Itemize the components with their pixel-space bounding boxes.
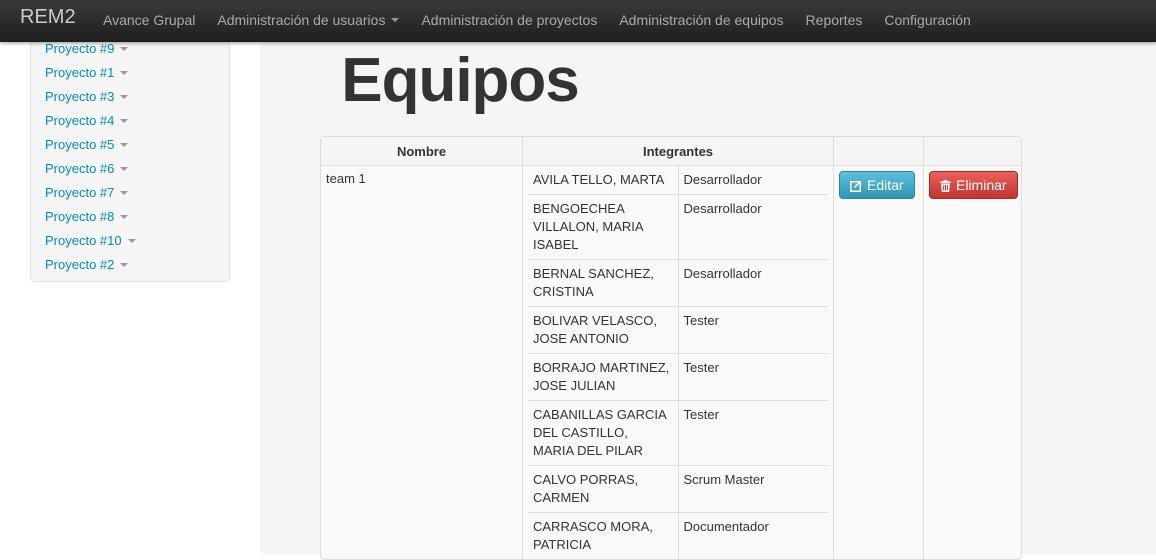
member-name: CALVO PORRAS, CARMEN: [528, 465, 678, 513]
column-header-edit: [833, 137, 923, 166]
sidebar-item-label: Proyecto #2: [45, 257, 115, 272]
chevron-down-icon: [120, 262, 129, 267]
chevron-down-icon: [120, 142, 129, 147]
nav-item-label: Administración de proyectos: [421, 12, 598, 28]
sidebar-item-label: Proyecto #5: [45, 137, 115, 152]
sidebar-item-label: Proyecto #7: [45, 185, 115, 200]
trash-icon: [940, 180, 951, 192]
sidebar-item-proyecto-8[interactable]: Proyecto #8: [45, 205, 136, 229]
chevron-down-icon: [127, 238, 136, 243]
nav-item-administracion-proyectos[interactable]: Administración de proyectos: [410, 0, 608, 42]
edit-button-label: Editar: [867, 177, 904, 193]
sidebar-item-proyecto-6[interactable]: Proyecto #6: [45, 157, 136, 181]
member-row: CABANILLAS GARCIA DEL CASTILLO, MARIA DE…: [528, 400, 828, 466]
edit-button[interactable]: Editar: [839, 171, 915, 199]
member-row: BOLIVAR VELASCO, JOSE ANTONIO Tester: [528, 306, 828, 354]
member-name: AVILA TELLO, MARTA: [528, 166, 678, 195]
chevron-down-icon: [120, 118, 129, 123]
member-name: CARRASCO MORA, PATRICIA: [528, 512, 678, 559]
teams-table: Nombre Integrantes team 1 AVILA TELLO, M…: [320, 136, 1022, 560]
column-header-nombre[interactable]: Nombre: [321, 137, 522, 166]
nav-item-administracion-equipos[interactable]: Administración de equipos: [608, 0, 794, 42]
team-members-cell: AVILA TELLO, MARTA Desarrollador BENGOECH…: [522, 166, 833, 559]
delete-cell: Eliminar: [923, 166, 1021, 559]
members-table: AVILA TELLO, MARTA Desarrollador BENGOECH…: [528, 166, 828, 559]
nav-item-administracion-usuarios[interactable]: Administración de usuarios: [206, 0, 410, 42]
nav-item-label: Reportes: [805, 12, 863, 28]
member-name: BERNAL SANCHEZ, CRISTINA: [528, 259, 678, 307]
chevron-down-icon: [120, 190, 129, 195]
member-row: AVILA TELLO, MARTA Desarrollador: [528, 166, 828, 195]
nav-item-configuracion[interactable]: Configuración: [873, 0, 981, 42]
member-name: BOLIVAR VELASCO, JOSE ANTONIO: [528, 306, 678, 354]
member-role: Tester: [677, 353, 828, 401]
member-row: BORRAJO MARTINEZ, JOSE JULIAN Tester: [528, 353, 828, 401]
table-row: team 1 AVILA TELLO, MARTA Desarrollador B…: [321, 166, 1021, 559]
sidebar-item-proyecto-10[interactable]: Proyecto #10: [45, 229, 136, 253]
member-role: Tester: [677, 306, 828, 354]
member-role: Documentador: [677, 512, 828, 559]
top-navbar: REM2 Avance Grupal Administración de usu…: [0, 0, 1156, 42]
sidebar-item-proyecto-5[interactable]: Proyecto #5: [45, 133, 136, 157]
member-name: BENGOECHEA VILLALON, MARIA ISABEL: [528, 194, 678, 260]
nav-item-label: Administración de usuarios: [217, 12, 386, 28]
chevron-down-icon: [120, 166, 129, 171]
member-row: BERNAL SANCHEZ, CRISTINA Desarrollador: [528, 259, 828, 307]
sidebar-item-proyecto-4[interactable]: Proyecto #4: [45, 109, 136, 133]
member-row: CARRASCO MORA, PATRICIA Documentador: [528, 512, 828, 559]
chevron-down-icon: [391, 18, 400, 23]
page-title: Equipos: [341, 46, 580, 115]
sidebar-item-label: Proyecto #10: [45, 233, 122, 248]
member-row: BENGOECHEA VILLALON, MARIA ISABEL Desarro…: [528, 194, 828, 260]
sidebar-item-label: Proyecto #6: [45, 161, 115, 176]
member-name: CABANILLAS GARCIA DEL CASTILLO, MARIA DE…: [528, 400, 678, 466]
nav-item-label: Configuración: [884, 12, 971, 28]
column-header-integrantes[interactable]: Integrantes: [522, 137, 833, 166]
sidebar-item-label: Proyecto #4: [45, 113, 115, 128]
member-role: Desarrollador: [677, 166, 828, 195]
table-header-row: Nombre Integrantes: [321, 137, 1021, 166]
column-header-delete: [923, 137, 1021, 166]
edit-icon: [850, 180, 862, 192]
member-role: Desarrollador: [677, 194, 828, 260]
member-role: Tester: [677, 400, 828, 466]
nav-item-reportes[interactable]: Reportes: [795, 0, 874, 42]
sidebar-item-proyecto-7[interactable]: Proyecto #7: [45, 181, 136, 205]
nav-item-avance-grupal[interactable]: Avance Grupal: [92, 0, 206, 42]
member-row: CALVO PORRAS, CARMEN Scrum Master: [528, 465, 828, 513]
brand-logo[interactable]: REM2: [20, 6, 76, 29]
nav-item-label: Avance Grupal: [103, 12, 196, 28]
member-role: Scrum Master: [677, 465, 828, 513]
nav-menu: Avance Grupal Administración de usuarios…: [92, 0, 982, 42]
chevron-down-icon: [120, 214, 129, 219]
sidebar-item-proyecto-2[interactable]: Proyecto #2: [45, 253, 136, 277]
member-role: Desarrollador: [677, 259, 828, 307]
delete-button[interactable]: Eliminar: [929, 171, 1018, 199]
team-name-cell: team 1: [326, 171, 366, 186]
sidebar-item-label: Proyecto #8: [45, 209, 115, 224]
edit-cell: Editar: [833, 166, 923, 559]
nav-item-label: Administración de equipos: [619, 12, 784, 28]
member-name: BORRAJO MARTINEZ, JOSE JULIAN: [528, 353, 678, 401]
delete-button-label: Eliminar: [956, 177, 1007, 193]
